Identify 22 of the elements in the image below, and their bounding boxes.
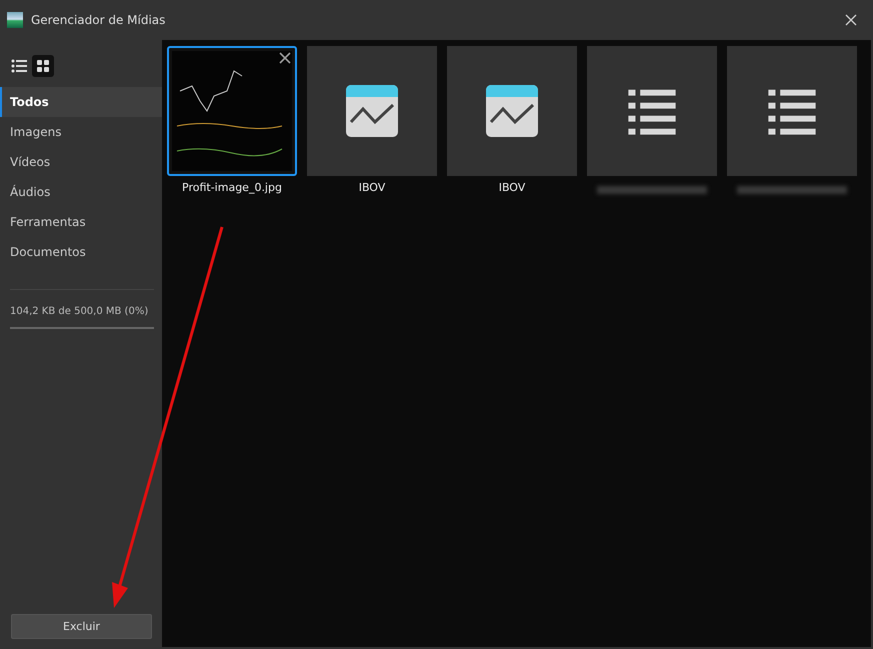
sidebar-item[interactable]: Imagens: [0, 117, 162, 147]
landscape-icon: [7, 12, 23, 28]
chart-icon: [486, 85, 538, 137]
media-name: Profit-image_0.jpg: [182, 181, 282, 194]
chart-icon: [346, 85, 398, 137]
media-tile[interactable]: [727, 46, 857, 176]
delete-button[interactable]: Excluir: [11, 614, 152, 639]
grid-view-icon[interactable]: [32, 55, 54, 77]
storage-usage: 104,2 KB de 500,0 MB (0%): [9, 306, 150, 317]
window-title: Gerenciador de Mídias: [31, 13, 166, 27]
sidebar-item[interactable]: Documentos: [0, 237, 162, 267]
sidebar-item[interactable]: Ferramentas: [0, 207, 162, 237]
media-tile[interactable]: [587, 46, 717, 176]
sidebar-item[interactable]: Vídeos: [0, 147, 162, 177]
media-tile[interactable]: [447, 46, 577, 176]
media-name: IBOV: [358, 181, 386, 194]
close-icon[interactable]: [845, 14, 857, 26]
remove-icon[interactable]: [279, 52, 291, 64]
media-tile[interactable]: [307, 46, 437, 176]
media-name: IBOV: [498, 181, 526, 194]
sidebar-item[interactable]: Todos: [0, 87, 162, 117]
sidebar-item[interactable]: Áudios: [0, 177, 162, 207]
